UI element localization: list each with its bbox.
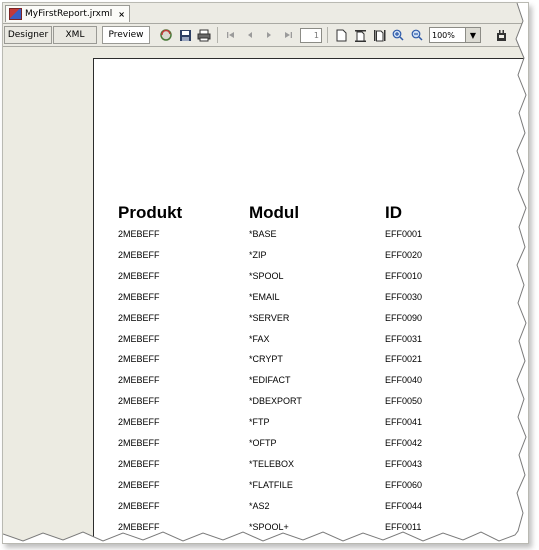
- report-editor-window: MyFirstReport.jrxml × Designer XML Previ…: [2, 2, 529, 544]
- torn-edge-overlay: [3, 3, 528, 543]
